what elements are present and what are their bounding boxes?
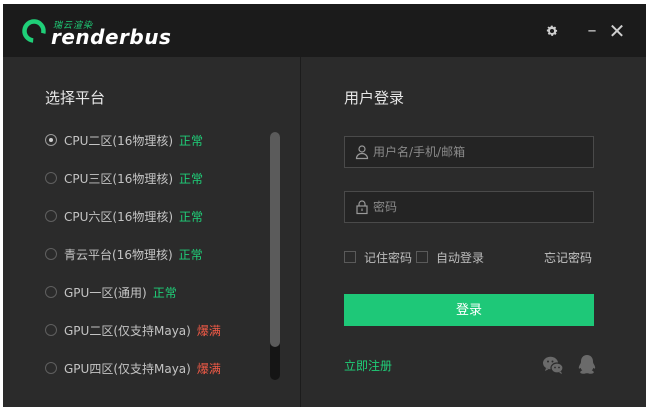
platform-item[interactable]: 青云平台(16物理核) 正常 bbox=[45, 243, 203, 265]
platform-status: 爆满 bbox=[196, 323, 221, 338]
platform-panel: 选择平台 CPU二区(16物理核) 正常 CPU三区(16物理核) 正常 CPU六区(1… bbox=[3, 57, 300, 407]
logo-name: renderbus bbox=[51, 25, 172, 49]
platform-name: CPU六区(16物理核) bbox=[64, 209, 174, 224]
platform-title: 选择平台 bbox=[45, 89, 106, 107]
login-options: 记住密码 自动登录 忘记密码 bbox=[344, 249, 596, 267]
platform-item[interactable]: GPU四区(仅支持Maya) 爆满 bbox=[45, 357, 221, 379]
wechat-login-button[interactable] bbox=[541, 353, 565, 377]
platform-item[interactable]: CPU二区(16物理核) 正常 bbox=[45, 129, 203, 151]
auto-login-checkbox[interactable] bbox=[416, 251, 428, 263]
username-input[interactable] bbox=[373, 137, 593, 167]
renderbus-logo: 瑞云渲染 renderbus bbox=[21, 16, 181, 50]
qq-icon bbox=[578, 355, 596, 374]
settings-button[interactable] bbox=[540, 19, 564, 43]
platform-radio[interactable] bbox=[45, 324, 57, 336]
login-window: 瑞云渲染 renderbus – ✕ 选择平台 CPU二区(16物理核) 正常 CP… bbox=[3, 4, 646, 407]
platform-radio[interactable] bbox=[45, 286, 57, 298]
platform-name: CPU三区(16物理核) bbox=[64, 171, 174, 186]
platform-item[interactable]: GPU一区(通用) 正常 bbox=[45, 281, 177, 303]
wechat-icon bbox=[543, 356, 564, 374]
username-field[interactable] bbox=[344, 136, 594, 168]
gear-icon bbox=[546, 25, 558, 36]
platform-status: 正常 bbox=[179, 133, 204, 148]
platform-radio[interactable] bbox=[45, 248, 57, 260]
platform-name: GPU一区(通用) bbox=[64, 285, 147, 300]
forgot-password-link[interactable]: 忘记密码 bbox=[544, 249, 592, 266]
title-bar[interactable]: 瑞云渲染 renderbus – ✕ bbox=[3, 4, 646, 57]
user-icon bbox=[355, 145, 369, 160]
platform-radio[interactable] bbox=[45, 210, 57, 222]
password-field[interactable] bbox=[344, 191, 594, 223]
platform-status: 正常 bbox=[179, 209, 204, 224]
remember-password-checkbox[interactable] bbox=[344, 251, 356, 263]
password-input[interactable] bbox=[373, 192, 593, 222]
platform-radio[interactable] bbox=[45, 134, 57, 146]
platform-item[interactable]: GPU二区(仅支持Maya) 爆满 bbox=[45, 319, 221, 341]
lock-icon bbox=[356, 200, 368, 215]
platform-radio[interactable] bbox=[45, 362, 57, 374]
platform-name: 青云平台(16物理核) bbox=[64, 247, 173, 262]
platform-name: CPU二区(16物理核) bbox=[64, 133, 174, 148]
platform-item[interactable]: CPU三区(16物理核) 正常 bbox=[45, 167, 203, 189]
platform-radio[interactable] bbox=[45, 172, 57, 184]
login-panel: 用户登录 记住密码 自动登录 忘记密码 登录 立即注册 bbox=[301, 57, 646, 407]
remember-password-label[interactable]: 记住密码 bbox=[364, 249, 412, 266]
platform-name: GPU四区(仅支持Maya) bbox=[64, 361, 191, 376]
qq-login-button[interactable] bbox=[575, 353, 599, 377]
auto-login-label[interactable]: 自动登录 bbox=[436, 249, 484, 266]
platform-status: 正常 bbox=[178, 247, 203, 262]
platform-list: CPU二区(16物理核) 正常 CPU三区(16物理核) 正常 CPU六区(16物理核)… bbox=[3, 129, 268, 407]
platform-name: GPU二区(仅支持Maya) bbox=[64, 323, 191, 338]
platform-status: 爆满 bbox=[196, 361, 221, 376]
renderbus-logo-icon bbox=[22, 19, 46, 43]
platform-scrollbar[interactable] bbox=[270, 132, 280, 380]
platform-status: 正常 bbox=[152, 285, 177, 300]
platform-status: 正常 bbox=[179, 171, 204, 186]
close-button[interactable]: ✕ bbox=[605, 19, 629, 43]
login-button[interactable]: 登录 bbox=[344, 294, 594, 326]
platform-item[interactable]: CPU六区(16物理核) 正常 bbox=[45, 205, 203, 227]
register-link[interactable]: 立即注册 bbox=[344, 357, 392, 374]
platform-scrollbar-thumb[interactable] bbox=[270, 132, 280, 347]
minimize-button[interactable]: – bbox=[580, 19, 604, 43]
login-title: 用户登录 bbox=[344, 89, 405, 107]
